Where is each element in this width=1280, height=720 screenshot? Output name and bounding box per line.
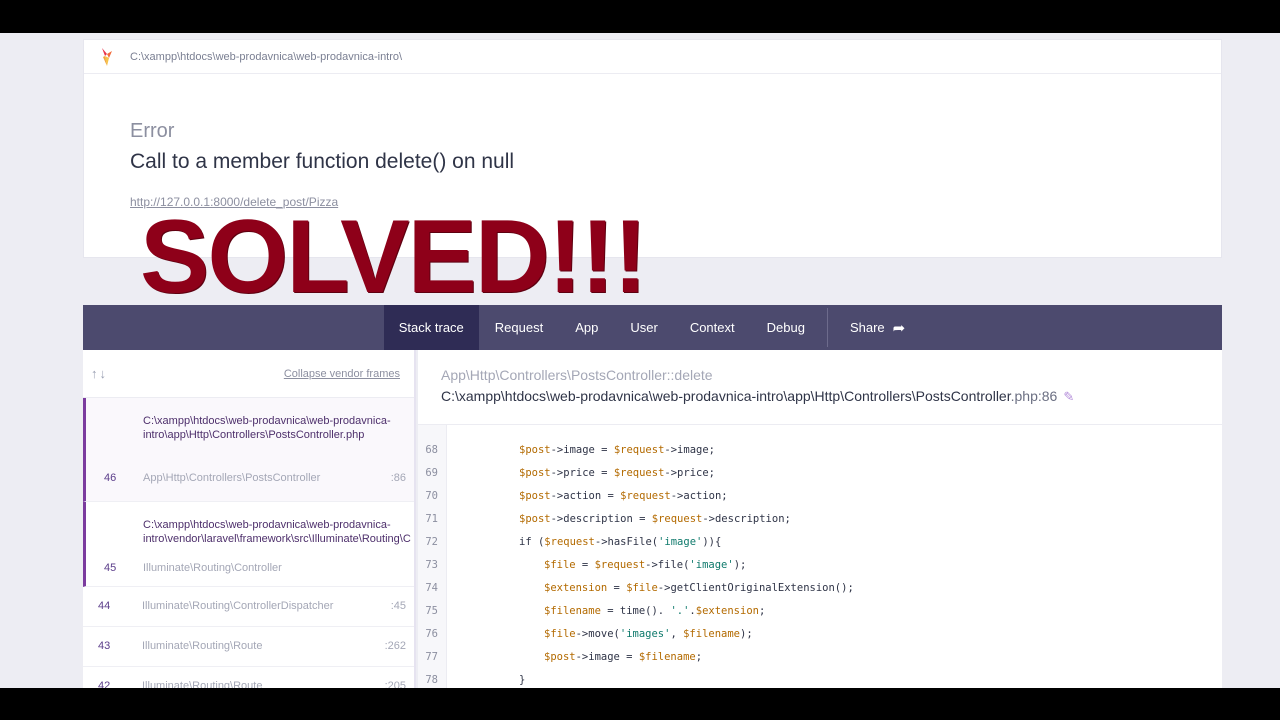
code-text: $extension = $file->getClientOriginalExt… [544,582,854,594]
code-text: $post->image = $filename; [544,651,703,663]
pencil-edit-icon[interactable]: ✎ [1063,389,1074,404]
code-line: 72 if ($request->hasFile('image')){ [418,532,1222,552]
line-number: 69 [425,467,438,479]
tab-debug[interactable]: Debug [751,305,821,350]
code-line: 76 $file->move('images', $filename); [418,624,1222,644]
line-number: 77 [425,651,438,663]
code-text: $file->move('images', $filename); [544,628,753,640]
stack-frame-43[interactable]: 43 Illuminate\Routing\Route :262 [83,627,414,667]
line-number: 68 [425,444,438,456]
tab-user[interactable]: User [614,305,673,350]
code-line: 74 $extension = $file->getClientOriginalE… [418,578,1222,598]
stack-frames-panel: ↑↓ Collapse vendor frames C:\xampp\htdoc… [83,350,416,688]
frame-line: :45 [390,600,406,612]
code-text: } [519,674,526,686]
tab-request[interactable]: Request [479,305,559,350]
code-line: 75 $filename = time(). '.'.$extension; [418,601,1222,621]
code-line: 68 $post->image = $request->image; [418,440,1222,460]
frame-number: 42 [98,680,111,688]
stack-frame-45[interactable]: C:\xampp\htdocs\web-prodavnica\web-proda… [83,502,414,587]
share-arrow-icon: ➦ [892,319,906,337]
frame-number: 45 [104,562,117,574]
code-line: 78} [418,670,1222,688]
code-text: if ($request->hasFile('image')){ [519,536,722,548]
frame-number: 46 [104,472,117,484]
frame-file-path: C:\xampp\htdocs\web-prodavnica\web-proda… [143,519,411,545]
share-button[interactable]: Share ➦ [834,305,921,350]
line-number: 71 [425,513,438,525]
error-label: Error [130,120,175,142]
line-number: 70 [425,490,438,502]
line-number: 74 [425,582,438,594]
frame-line: :205 [384,680,406,688]
code-line: 69 $post->price = $request->price; [418,463,1222,483]
frame-line: :262 [384,640,406,652]
stack-frame-46[interactable]: C:\xampp\htdocs\web-prodavnica\web-proda… [83,398,414,502]
line-number: 76 [425,628,438,640]
code-header: App\Http\Controllers\PostsController::de… [418,350,1222,425]
code-line: 73 $file = $request->file('image'); [418,555,1222,575]
code-line: 70 $post->action = $request->action; [418,486,1222,506]
tab-stack-trace[interactable]: Stack trace [383,305,479,350]
letterbox-top [0,0,1280,33]
code-text: $post->price = $request->price; [519,467,715,479]
frame-class: Illuminate\Routing\Route [142,680,263,688]
sort-arrows-icon[interactable]: ↑↓ [91,366,108,381]
collapse-vendor-frames-link[interactable]: Collapse vendor frames [284,368,400,380]
tab-app[interactable]: App [559,305,614,350]
error-message: Call to a member function delete() on nu… [130,150,515,173]
frames-header: ↑↓ Collapse vendor frames [83,350,414,398]
line-number: 72 [425,536,438,548]
frame-class: Illuminate\Routing\Controller [143,562,282,574]
file-path: C:\xampp\htdocs\web-prodavnica\web-proda… [441,388,1011,404]
letterbox-bottom [0,688,1280,720]
code-text: $post->description = $request->descripti… [519,513,791,525]
code-snippet-panel: App\Http\Controllers\PostsController::de… [418,350,1222,688]
frame-number: 44 [98,600,111,612]
project-path: C:\xampp\htdocs\web-prodavnica\web-proda… [130,50,403,63]
stack-frame-44[interactable]: 44 Illuminate\Routing\ControllerDispatch… [83,587,414,627]
frame-file-link[interactable]: C:\xampp\htdocs\web-prodavnica\web-proda… [441,388,1222,405]
code-text: $filename = time(). '.'.$extension; [544,605,766,617]
code-text: $post->action = $request->action; [519,490,728,502]
tab-context[interactable]: Context [674,305,751,350]
code-text: $post->image = $request->image; [519,444,715,456]
frame-class: Illuminate\Routing\Route [142,640,263,652]
line-number: 78 [425,674,438,686]
frame-class: Illuminate\Routing\ControllerDispatcher [142,600,334,612]
line-number: 73 [425,559,438,571]
code-line: 77 $post->image = $filename; [418,647,1222,667]
code-line: 71 $post->description = $request->descrip… [418,509,1222,529]
code-text: $file = $request->file('image'); [544,559,747,571]
tab-bar: Stack trace Request App User Context Deb… [83,305,1222,350]
frame-class: App\Http\Controllers\PostsController [143,472,321,484]
tab-divider [826,308,828,347]
ignition-logo-icon [102,47,112,66]
frame-number: 43 [98,640,111,652]
stack-frame-42[interactable]: 42 Illuminate\Routing\Route :205 [83,667,414,688]
solved-overlay-text: SOLVED!!! [140,199,648,315]
line-number: 75 [425,605,438,617]
file-extension-line: .php:86 [1010,388,1058,404]
frame-line: :86 [390,472,406,484]
frame-class-method: App\Http\Controllers\PostsController::de… [441,367,713,383]
share-label: Share [849,320,885,335]
frame-file-path: C:\xampp\htdocs\web-prodavnica\web-proda… [143,415,391,441]
path-bar: C:\xampp\htdocs\web-prodavnica\web-proda… [84,40,1221,74]
